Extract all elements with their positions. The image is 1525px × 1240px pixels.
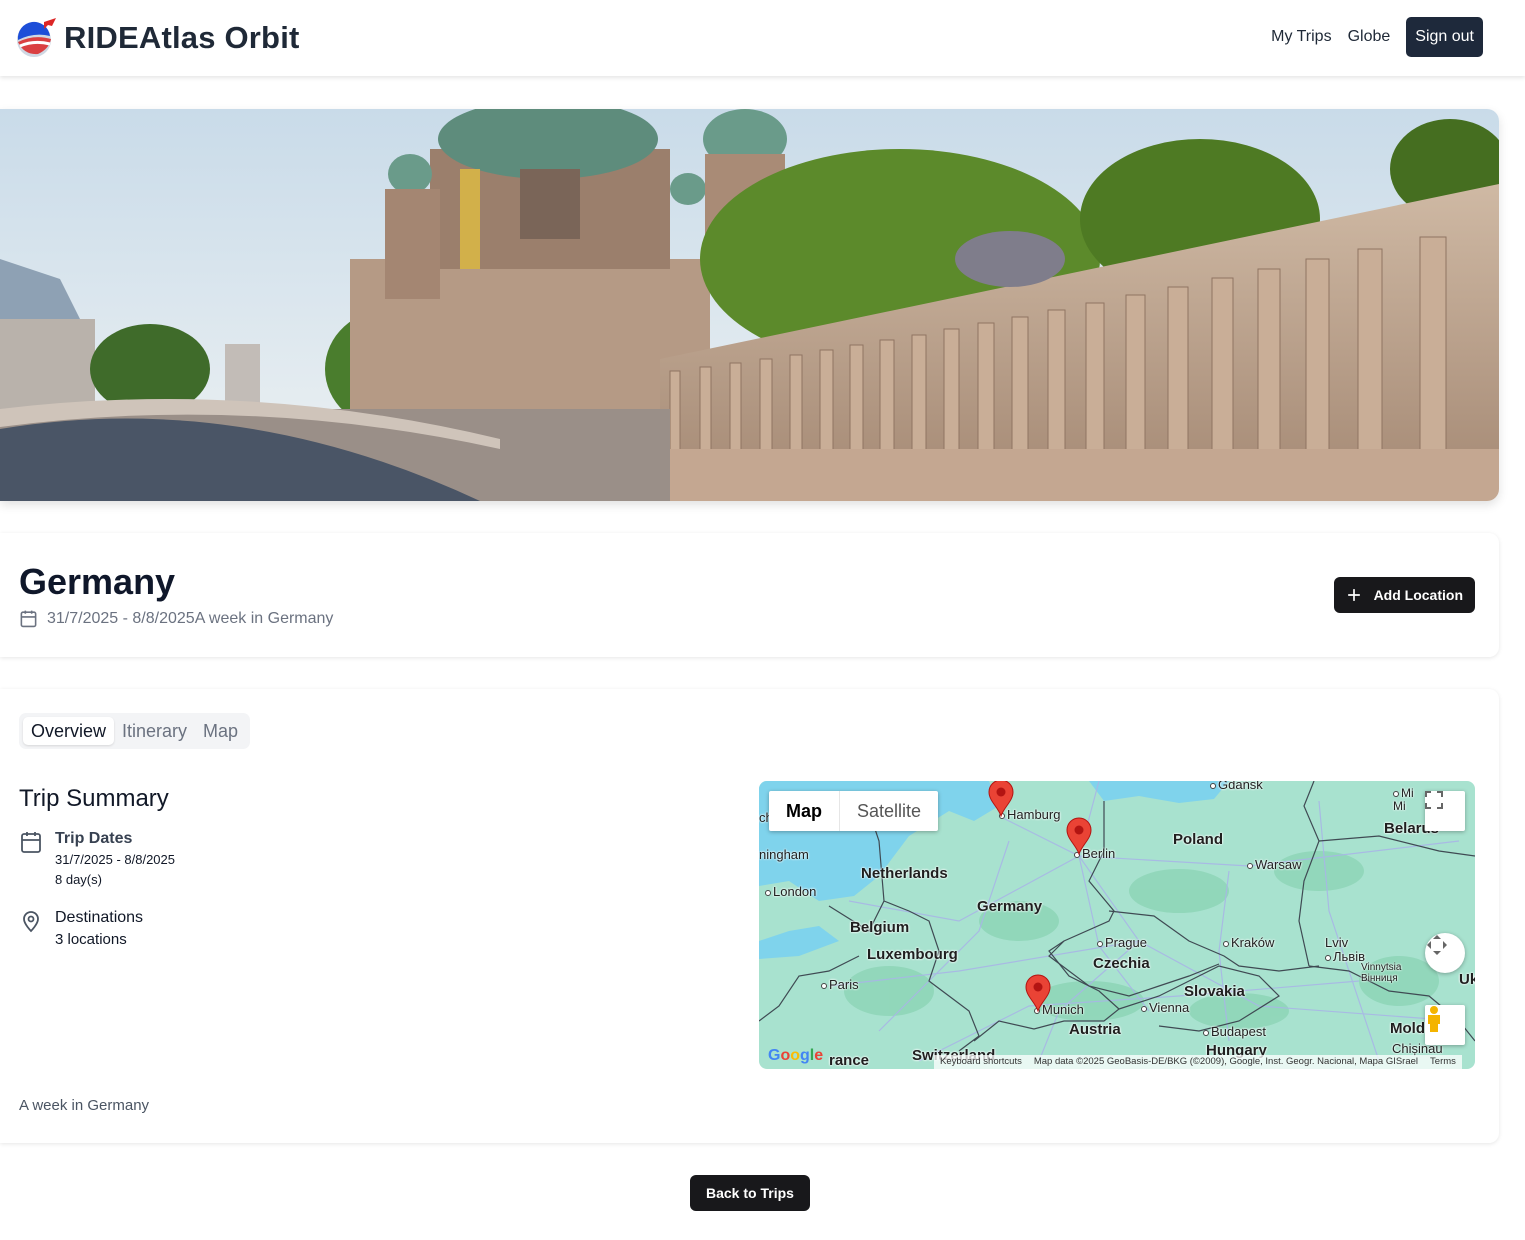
trip-meta: 31/7/2025 - 8/8/2025 A week in Germany	[19, 609, 333, 628]
brand[interactable]: RIDEAtlas Orbit	[14, 16, 300, 60]
add-location-button[interactable]: Add Location	[1333, 577, 1475, 613]
map-city-vinnytsia: Vinnytsia Вінниця	[1361, 962, 1402, 984]
map-marker-hamburg[interactable]	[988, 781, 1014, 817]
trip-header-card: Germany 31/7/2025 - 8/8/2025 A week in Ge…	[0, 533, 1499, 657]
calendar-icon	[21, 832, 41, 853]
map-country-belgium: Belgium	[850, 919, 910, 936]
terms-link[interactable]: Terms	[1430, 1055, 1456, 1069]
fullscreen-button[interactable]	[1425, 791, 1465, 831]
google-map[interactable]: Gdańsk Hamburg Berlin Warsaw London Prag…	[759, 781, 1475, 1069]
map-city-lviv: Lviv Львів	[1325, 935, 1366, 964]
map-city-london: London	[765, 884, 816, 899]
map-country-germany: Germany	[977, 898, 1043, 915]
map-attribution-bar: Keyboard shortcuts Map data ©2025 GeoBas…	[934, 1055, 1462, 1069]
map-city-gdansk: Gdańsk	[1210, 781, 1263, 792]
keyboard-shortcuts-link[interactable]: Keyboard shortcuts	[940, 1055, 1022, 1069]
tab-overview[interactable]: Overview	[23, 717, 115, 745]
map-city-warsaw: Warsaw	[1247, 857, 1301, 872]
trip-description: A week in Germany	[19, 1097, 150, 1114]
street-view-pegman[interactable]	[1425, 1005, 1465, 1045]
trip-days: 8 day(s)	[55, 872, 102, 887]
map-country-france: rance	[829, 1052, 870, 1069]
map-marker-berlin[interactable]	[1066, 817, 1092, 855]
camera-control-button[interactable]	[1425, 933, 1465, 973]
brand-name: RIDEAtlas Orbit	[64, 20, 300, 55]
map-country-netherlands: Netherlands	[861, 865, 948, 882]
globe-plane-logo-icon	[17, 18, 56, 57]
map-city-paris: Paris	[821, 977, 859, 992]
map-country-moldova: Mold	[1390, 1020, 1425, 1037]
sign-out-button[interactable]: Sign out	[1406, 17, 1483, 57]
camera-move-icon	[1427, 935, 1447, 955]
trip-cover-image	[0, 109, 1499, 501]
tab-list: Overview Itinerary Map	[19, 713, 251, 749]
map-city-vienna: Vienna	[1141, 1000, 1189, 1015]
map-city-budapest: Budapest	[1203, 1024, 1266, 1039]
map-city-mi: Mi Mi	[1393, 786, 1414, 813]
summary-title: Trip Summary	[19, 785, 169, 812]
map-attribution: Map data ©2025 GeoBasis-DE/BKG (©2009), …	[1033, 1056, 1419, 1067]
map-marker-munich[interactable]	[1025, 974, 1051, 1012]
google-logo: Google	[768, 1047, 824, 1064]
plus-icon	[1347, 589, 1360, 601]
destinations-item: Destinations 3 locations	[19, 909, 143, 948]
calendar-icon	[20, 610, 37, 628]
trip-title: Germany	[19, 561, 176, 602]
destinations-label: Destinations	[55, 909, 144, 926]
map-city-krakow: Kraków	[1223, 935, 1274, 950]
map-city-prague: Prague	[1097, 935, 1147, 950]
map-type-control: Map Satellite	[769, 791, 939, 831]
map-type-map[interactable]: Map	[769, 791, 839, 831]
map-country-slovakia: Slovakia	[1184, 983, 1245, 1000]
map-country-luxembourg: Luxembourg	[867, 946, 958, 963]
nav-my-trips[interactable]: My Trips	[1271, 28, 1331, 46]
tab-map[interactable]: Map	[195, 717, 246, 745]
trip-content-card: Overview Itinerary Map Trip Summary Trip…	[0, 689, 1499, 1143]
top-navbar: RIDEAtlas Orbit My Trips Globe Sign out	[0, 0, 1525, 76]
trip-tagline: A week in Germany	[194, 609, 334, 627]
trip-dates-item: Trip Dates 31/7/2025 - 8/8/2025 8 day(s)	[19, 830, 175, 890]
trip-dates-label: Trip Dates	[55, 830, 133, 847]
map-type-satellite[interactable]: Satellite	[839, 791, 938, 831]
map-country-poland: Poland	[1173, 831, 1224, 848]
pegman-icon	[1428, 1006, 1440, 1032]
trip-dates-value: 31/7/2025 - 8/8/2025	[55, 852, 175, 867]
map-country-austria: Austria	[1069, 1021, 1121, 1038]
back-to-trips-button[interactable]: Back to Trips	[690, 1175, 810, 1211]
fullscreen-icon	[1425, 791, 1443, 809]
trip-dates: 31/7/2025 - 8/8/2025	[47, 609, 195, 627]
nav-globe[interactable]: Globe	[1348, 28, 1391, 46]
map-city-birmingham: ningham	[759, 847, 809, 862]
map-country-czechia: Czechia	[1093, 955, 1150, 972]
nav-links: My Trips Globe Sign out	[1271, 17, 1483, 57]
add-location-label: Add Location	[1373, 587, 1463, 603]
map-pin-icon	[23, 911, 39, 933]
map-country-ukraine: Uk	[1459, 971, 1475, 988]
destinations-value: 3 locations	[55, 931, 127, 948]
tab-itinerary[interactable]: Itinerary	[114, 717, 195, 745]
